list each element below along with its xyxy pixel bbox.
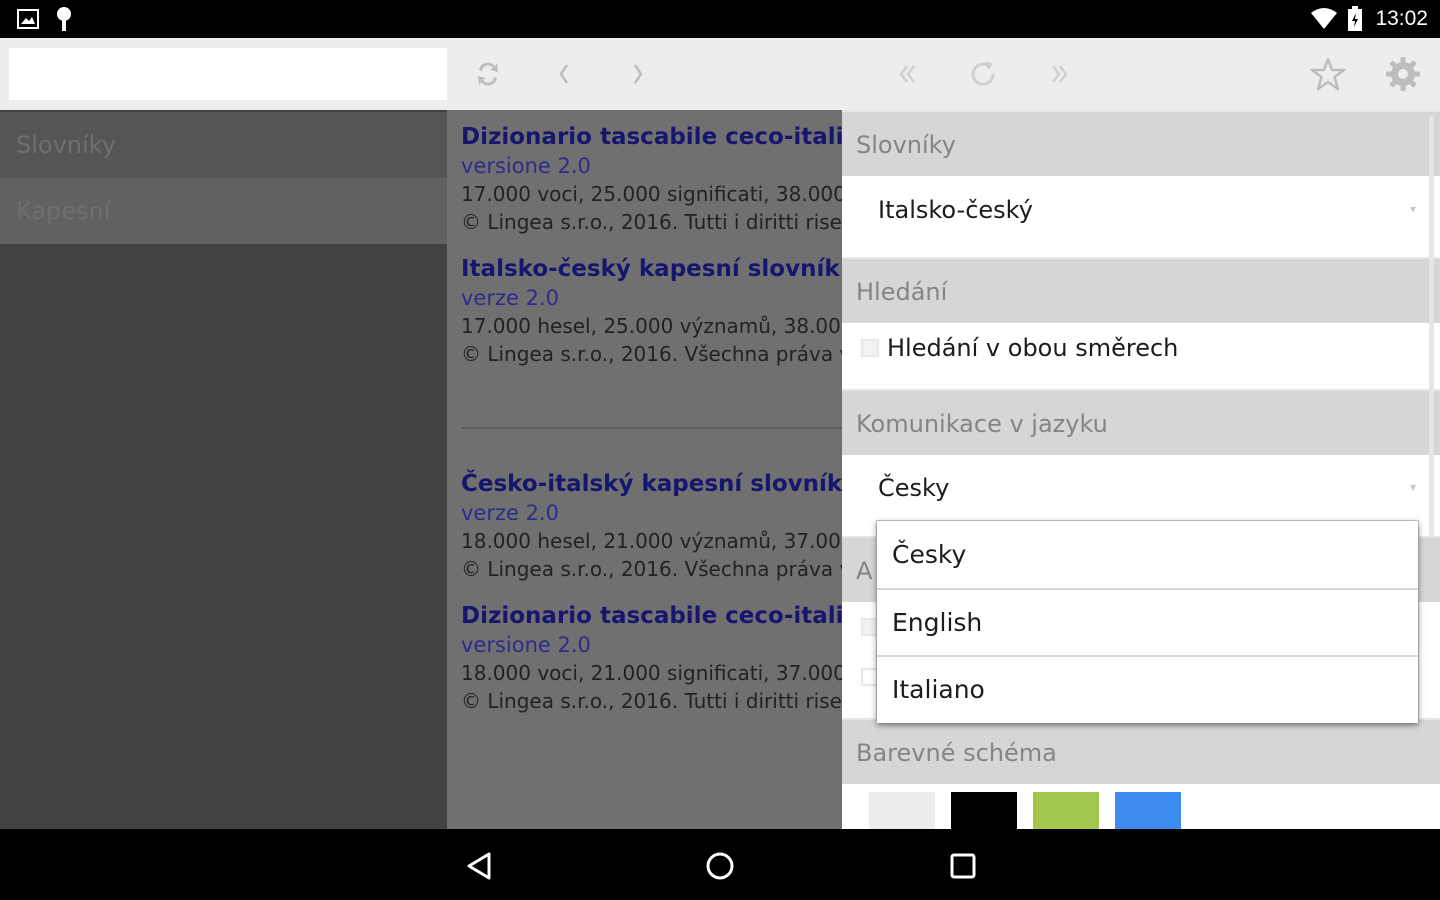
navigation-bar	[0, 829, 1440, 900]
scrollbar[interactable]	[1429, 116, 1434, 536]
entry-stats: 18.000 hesel, 21.000 významů, 37.000	[461, 529, 842, 553]
search-both-directions-checkbox[interactable]	[861, 339, 879, 357]
entry-copyright: © Lingea s.r.o., 2016. Všechna práva vyh…	[461, 342, 842, 366]
sidebar-item-kapesni[interactable]: Kapesní	[0, 178, 447, 244]
back-icon[interactable]	[540, 50, 588, 98]
android-debug-icon	[57, 7, 71, 31]
language-selected-value: Česky	[878, 474, 950, 502]
language-dropdown: Česky English Italiano	[877, 521, 1418, 723]
color-swatch[interactable]	[1033, 792, 1099, 829]
search-both-directions-label[interactable]: Hledání v obou směrech	[887, 334, 1178, 362]
entry-copyright: © Lingea s.r.o., 2016. Tutti i diritti r…	[461, 210, 842, 234]
sidebar-item-slovniky[interactable]: Slovníky	[0, 112, 447, 178]
color-swatch[interactable]	[951, 792, 1017, 829]
entry-stats: 18.000 voci, 21.000 significati, 37.000	[461, 661, 842, 685]
language-option-cesky[interactable]: Česky	[877, 522, 1418, 588]
entry-stats: 17.000 hesel, 25.000 významů, 38.000	[461, 314, 842, 338]
status-bar: 13:02	[0, 0, 1440, 38]
last-page-icon[interactable]	[1035, 50, 1083, 98]
section-header-search: Hledání	[842, 257, 1440, 323]
entry-stats: 17.000 voci, 25.000 significati, 38.000	[461, 182, 842, 206]
list-item[interactable]: Italsko-český kapesní slovník verze 2.0 …	[461, 254, 842, 368]
dictionary-selected-value: Italsko-český	[878, 196, 1033, 224]
forward-icon[interactable]	[614, 50, 662, 98]
language-option-italiano[interactable]: Italiano	[877, 657, 1418, 723]
home-nav-icon[interactable]	[700, 846, 740, 886]
clock: 13:02	[1375, 7, 1428, 30]
entry-version: versione 2.0	[461, 633, 591, 657]
dictionary-list: Dizionario tascabile ceco-italiano versi…	[447, 110, 842, 829]
toolbar	[0, 38, 1440, 110]
list-item[interactable]: Česko-italský kapesní slovník verze 2.0 …	[461, 469, 842, 583]
chevron-down-icon[interactable]: ▾	[1410, 480, 1416, 494]
list-divider	[461, 427, 842, 429]
section-header-color-scheme: Barevné schéma	[842, 718, 1440, 784]
battery-icon	[1348, 6, 1362, 31]
entry-copyright: © Lingea s.r.o., 2016. Tutti i diritti r…	[461, 689, 842, 713]
entry-version: verze 2.0	[461, 286, 559, 310]
wifi-icon	[1311, 8, 1337, 29]
chevron-down-icon[interactable]: ▾	[1410, 202, 1416, 216]
recents-nav-icon[interactable]	[943, 846, 983, 886]
entry-title[interactable]: Česko-italský kapesní slovník	[461, 469, 842, 499]
favorite-star-icon[interactable]	[1304, 50, 1352, 98]
entry-version: versione 2.0	[461, 154, 591, 178]
color-swatch[interactable]	[1115, 792, 1181, 829]
first-page-icon[interactable]	[884, 50, 932, 98]
language-spinner[interactable]: Česky	[878, 474, 949, 502]
refresh-icon[interactable]	[959, 50, 1007, 98]
entry-title[interactable]: Italsko-český kapesní slovník	[461, 254, 842, 284]
entry-version: verze 2.0	[461, 501, 559, 525]
color-swatch[interactable]	[869, 792, 935, 829]
back-nav-icon[interactable]	[459, 846, 499, 886]
list-item[interactable]: Dizionario tascabile ceco-italiano versi…	[461, 122, 842, 236]
list-item[interactable]: Dizionario tascabile ceco-italiano versi…	[461, 601, 842, 715]
section-header-language: Komunikace v jazyku	[842, 389, 1440, 455]
image-notification-icon	[17, 9, 39, 29]
entry-copyright: © Lingea s.r.o., 2016. Všechna práva vyh…	[461, 557, 842, 581]
settings-gear-icon[interactable]	[1379, 50, 1427, 98]
sidebar: Slovníky Kapesní	[0, 110, 447, 829]
dictionary-spinner[interactable]: Italsko-český	[878, 196, 1033, 224]
section-header-dictionaries: Slovníky	[842, 110, 1440, 176]
entry-title[interactable]: Dizionario tascabile ceco-italiano	[461, 122, 842, 152]
entry-title[interactable]: Dizionario tascabile ceco-italiano	[461, 601, 842, 631]
swap-direction-icon[interactable]	[464, 50, 512, 98]
language-option-english[interactable]: English	[877, 590, 1418, 656]
search-input[interactable]	[9, 48, 447, 100]
